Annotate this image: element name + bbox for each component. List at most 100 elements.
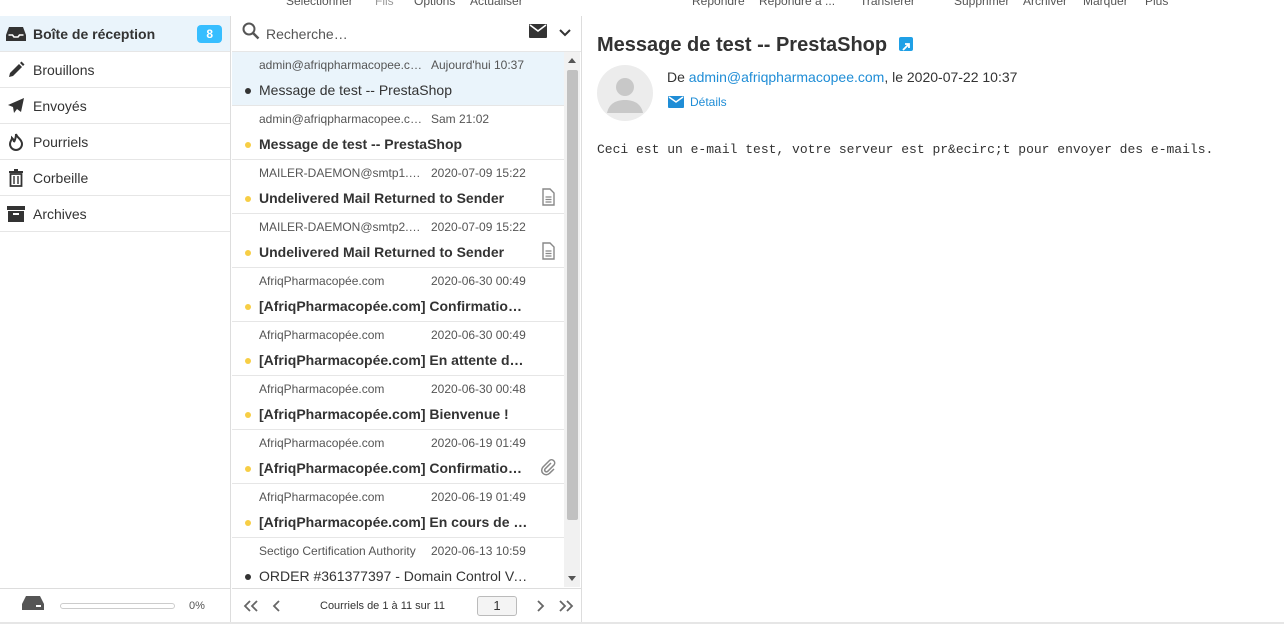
paper-plane-icon bbox=[6, 96, 26, 116]
folder-sidebar: Boîte de réception 8 Brouillons Envoyés … bbox=[0, 16, 231, 622]
message-sender: admin@afriqpharmacopee.com bbox=[259, 58, 422, 72]
open-in-new-window-icon[interactable] bbox=[898, 36, 913, 51]
folder-inbox[interactable]: Boîte de réception 8 bbox=[0, 16, 230, 52]
read-dot-icon[interactable] bbox=[245, 88, 251, 94]
message-date: Aujourd'hui 10:37 bbox=[431, 58, 525, 72]
unread-dot-icon[interactable] bbox=[245, 304, 251, 310]
paperclip-icon bbox=[539, 458, 557, 476]
envelope-icon bbox=[668, 96, 684, 108]
toolbar-forward[interactable]: Transférer bbox=[860, 0, 915, 8]
unread-dot-icon[interactable] bbox=[245, 520, 251, 526]
message-row[interactable]: MAILER-DAEMON@smtp1.afriqpharmacopee.com… bbox=[232, 160, 565, 214]
message-row[interactable]: admin@afriqpharmacopee.com Aujourd'hui 10… bbox=[232, 52, 565, 106]
message-sender: admin@afriqpharmacopee.com bbox=[259, 112, 422, 126]
folder-label: Corbeille bbox=[33, 169, 89, 186]
page-number-input[interactable]: 1 bbox=[476, 595, 517, 616]
message-row[interactable]: AfriqPharmacopée.com 2020-06-30 00:49 [Afr… bbox=[232, 322, 565, 376]
folder-label: Boîte de réception bbox=[33, 25, 156, 42]
hard-drive-icon bbox=[22, 596, 44, 615]
message-subject-heading: Message de test -- PrestaShop bbox=[597, 34, 913, 57]
message-subject: Undelivered Mail Returned to Sender bbox=[259, 244, 505, 260]
unread-dot-icon[interactable] bbox=[245, 250, 251, 256]
folder-trash[interactable]: Corbeille bbox=[0, 160, 230, 196]
folder-drafts[interactable]: Brouillons bbox=[0, 52, 230, 88]
message-rows: admin@afriqpharmacopee.com Aujourd'hui 10… bbox=[232, 52, 565, 587]
scroll-up-arrow[interactable] bbox=[568, 58, 576, 63]
sender-email-link[interactable]: admin@afriqpharmacopee.com bbox=[689, 69, 885, 85]
read-dot-icon[interactable] bbox=[245, 574, 251, 580]
message-sender: AfriqPharmacopée.com bbox=[259, 274, 385, 288]
folder-junk[interactable]: Pourriels bbox=[0, 124, 230, 160]
unread-dot-icon[interactable] bbox=[245, 466, 251, 472]
message-date: 2020-06-19 01:49 bbox=[431, 436, 526, 450]
last-page-icon[interactable] bbox=[553, 594, 579, 618]
message-sender: AfriqPharmacopée.com bbox=[259, 328, 385, 342]
toolbar-threads[interactable]: Fils bbox=[375, 0, 394, 8]
message-sender: MAILER-DAEMON@smtp2.afriqpharmacopee.com bbox=[259, 220, 422, 234]
message-sender: AfriqPharmacopée.com bbox=[259, 436, 385, 450]
message-date: 2020-06-30 00:48 bbox=[431, 382, 526, 396]
envelope-filter-icon[interactable] bbox=[529, 24, 547, 43]
message-subject: ORDER #361377397 - Domain Control Valida… bbox=[259, 568, 529, 584]
search-bar bbox=[232, 16, 581, 52]
toolbar-mark[interactable]: Marquer bbox=[1083, 0, 1128, 8]
pagination: Courriels de 1 à 11 sur 11 1 bbox=[232, 588, 582, 622]
scrollbar-thumb[interactable] bbox=[567, 70, 578, 520]
from-prefix: De bbox=[667, 69, 685, 85]
folder-label: Archives bbox=[33, 205, 87, 222]
folder-archives[interactable]: Archives bbox=[0, 196, 230, 232]
message-row[interactable]: MAILER-DAEMON@smtp2.afriqpharmacopee.com… bbox=[232, 214, 565, 268]
message-row[interactable]: AfriqPharmacopée.com 2020-06-30 00:48 [Afr… bbox=[232, 376, 565, 430]
folder-label: Brouillons bbox=[33, 61, 95, 78]
toolbar-options[interactable]: Options bbox=[414, 0, 455, 8]
message-subject: [AfriqPharmacopée.com] En cours de prépa… bbox=[259, 514, 529, 530]
message-subject: Message de test -- PrestaShop bbox=[259, 82, 452, 98]
message-date: 2020-07-09 15:22 bbox=[431, 166, 526, 180]
document-icon bbox=[539, 188, 557, 206]
scroll-down-arrow[interactable] bbox=[568, 576, 576, 581]
message-body: Ceci est un e-mail test, votre serveur e… bbox=[597, 142, 1214, 157]
message-row[interactable]: AfriqPharmacopée.com 2020-06-19 01:49 [Afr… bbox=[232, 430, 565, 484]
message-count-text: Courriels de 1 à 11 sur 11 bbox=[320, 599, 445, 612]
quota-percent: 0% bbox=[189, 599, 205, 612]
unread-dot-icon[interactable] bbox=[245, 412, 251, 418]
message-row[interactable]: admin@afriqpharmacopee.com Sam 21:02 Messa… bbox=[232, 106, 565, 160]
list-scrollbar[interactable] bbox=[564, 52, 580, 587]
previous-page-icon[interactable] bbox=[264, 594, 290, 618]
message-header-line: De admin@afriqpharmacopee.com, le 2020-0… bbox=[667, 69, 1017, 85]
document-icon bbox=[539, 242, 557, 260]
unread-dot-icon[interactable] bbox=[245, 358, 251, 364]
toolbar-select[interactable]: Sélectionner bbox=[286, 0, 353, 8]
archive-box-icon bbox=[6, 204, 26, 224]
toolbar-archive[interactable]: Archiver bbox=[1023, 0, 1067, 8]
toolbar-more[interactable]: Plus bbox=[1145, 0, 1168, 8]
message-date: 2020-06-30 00:49 bbox=[431, 328, 526, 342]
toolbar-delete[interactable]: Supprimer bbox=[954, 0, 1009, 8]
unread-dot-icon[interactable] bbox=[245, 196, 251, 202]
chevron-down-icon[interactable] bbox=[559, 25, 571, 43]
first-page-icon[interactable] bbox=[238, 594, 264, 618]
toolbar-refresh[interactable]: Actualiser bbox=[470, 0, 523, 8]
search-input[interactable] bbox=[266, 25, 529, 42]
pencil-icon bbox=[6, 60, 26, 80]
message-row[interactable]: Sectigo Certification Authority 2020-06-1… bbox=[232, 538, 565, 587]
details-toggle[interactable]: Détails bbox=[668, 95, 727, 109]
details-label: Détails bbox=[690, 95, 727, 109]
quota-bar bbox=[60, 602, 175, 609]
search-icon[interactable] bbox=[242, 22, 260, 45]
unread-dot-icon[interactable] bbox=[245, 142, 251, 148]
message-row[interactable]: AfriqPharmacopée.com 2020-06-19 01:49 [Afr… bbox=[232, 484, 565, 538]
sender-avatar bbox=[597, 65, 653, 121]
unread-count-badge: 8 bbox=[197, 24, 222, 43]
message-date: 2020-06-30 00:49 bbox=[431, 274, 526, 288]
folder-label: Envoyés bbox=[33, 97, 87, 114]
folder-sent[interactable]: Envoyés bbox=[0, 88, 230, 124]
next-page-icon[interactable] bbox=[527, 594, 553, 618]
message-row[interactable]: AfriqPharmacopée.com 2020-06-30 00:49 [Afr… bbox=[232, 268, 565, 322]
toolbar-reply-all[interactable]: Répondre à ... bbox=[759, 0, 835, 8]
message-subject: Message de test -- PrestaShop bbox=[597, 34, 888, 56]
message-sender: Sectigo Certification Authority bbox=[259, 544, 416, 558]
message-list-panel: admin@afriqpharmacopee.com Aujourd'hui 10… bbox=[232, 16, 582, 622]
toolbar-reply[interactable]: Répondre bbox=[692, 0, 745, 8]
message-date: Sam 21:02 bbox=[431, 112, 490, 126]
